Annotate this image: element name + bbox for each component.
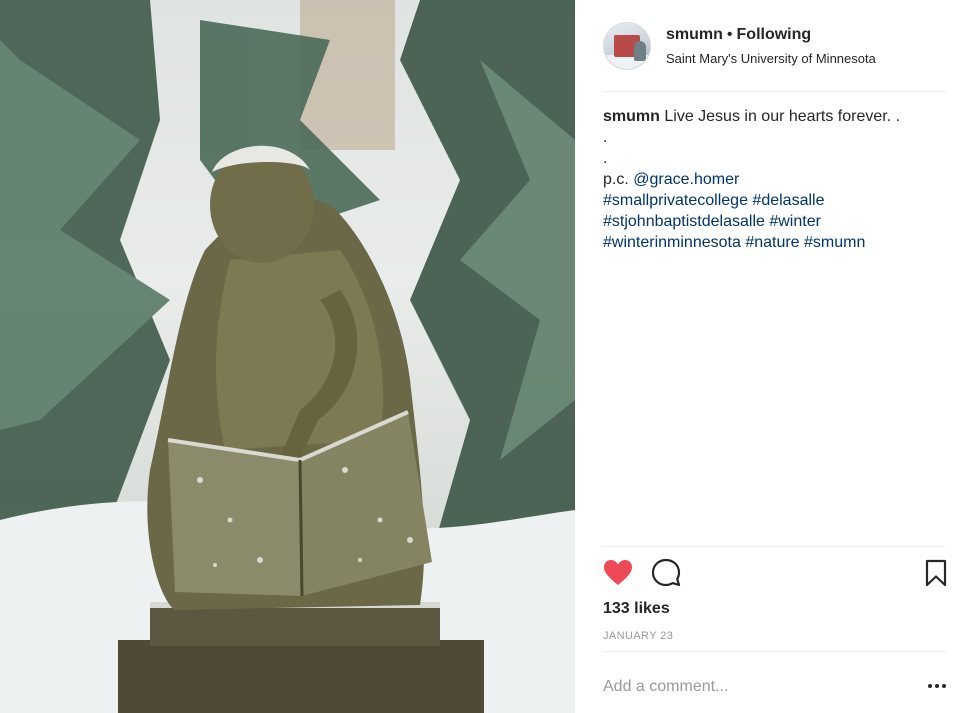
likes-count[interactable]: 133 likes xyxy=(603,600,670,618)
avatar[interactable] xyxy=(603,22,651,70)
ellipsis-icon[interactable] xyxy=(925,676,949,696)
hashtag-link[interactable]: #smumn xyxy=(804,234,865,251)
hashtag-link[interactable]: #delasalle xyxy=(752,192,824,209)
caption-text: Live Jesus in our hearts forever. . xyxy=(664,108,901,125)
caption: smumn Live Jesus in our hearts forever. … xyxy=(603,106,943,253)
hashtag-link[interactable]: #winter xyxy=(769,213,821,230)
caption-dot: . xyxy=(603,129,608,146)
credit-prefix: p.c. xyxy=(603,171,629,188)
username-line: smumn • Following xyxy=(666,26,811,44)
post-header: smumn • Following Saint Mary's University … xyxy=(603,22,946,70)
hashtag-link[interactable]: #stjohnbaptistdelasalle xyxy=(603,213,765,230)
comment-input[interactable] xyxy=(603,675,923,699)
post-date[interactable]: JANUARY 23 xyxy=(603,630,673,642)
hashtag-link[interactable]: #smallprivatecollege xyxy=(603,192,748,209)
username-link[interactable]: smumn xyxy=(666,26,723,43)
comment-bubble-icon[interactable] xyxy=(650,557,682,589)
comment-divider xyxy=(603,651,946,652)
location-link[interactable]: Saint Mary's University of Minnesota xyxy=(666,51,876,66)
heart-filled-icon[interactable] xyxy=(602,557,634,589)
header-divider xyxy=(603,91,946,92)
caption-username[interactable]: smumn xyxy=(603,108,660,125)
mention-link[interactable]: @grace.homer xyxy=(633,171,739,188)
separator-dot: • xyxy=(726,26,733,43)
hashtag-link[interactable]: #nature xyxy=(745,234,799,251)
hashtag-link[interactable]: #winterinminnesota xyxy=(603,234,741,251)
statue-photo-illustration xyxy=(0,0,575,713)
following-button[interactable]: Following xyxy=(737,26,812,43)
caption-dot: . xyxy=(603,150,608,167)
actions-divider xyxy=(603,546,946,547)
post-photo[interactable] xyxy=(0,0,575,713)
post-details-panel: smumn • Following Saint Mary's University … xyxy=(575,0,974,713)
action-bar xyxy=(602,557,947,589)
bookmark-icon[interactable] xyxy=(920,557,952,589)
